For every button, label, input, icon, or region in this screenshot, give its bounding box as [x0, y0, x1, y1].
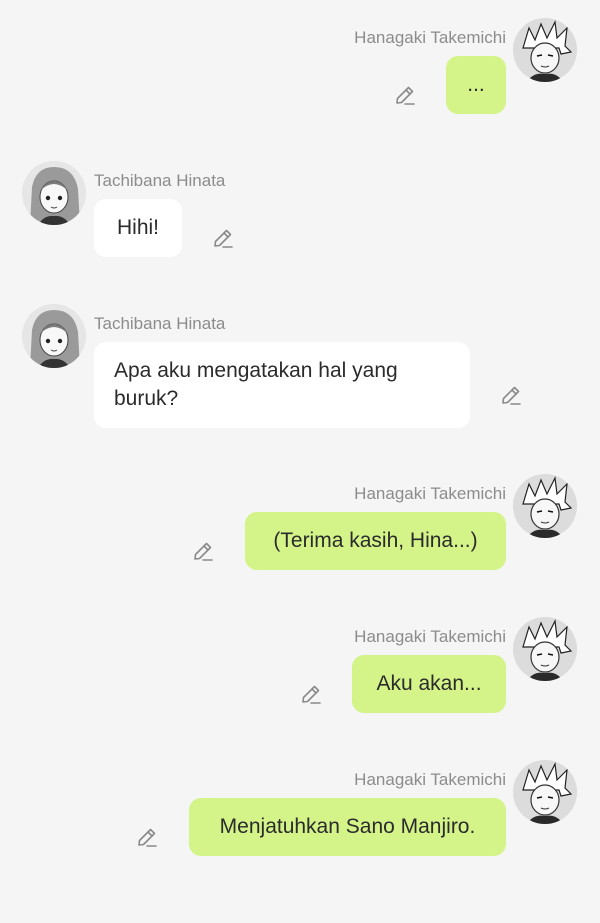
pencil-edit-icon[interactable]: [499, 383, 523, 407]
pencil-edit-icon[interactable]: [211, 226, 235, 250]
sender-name: Hanagaki Takemichi: [354, 484, 506, 503]
sender-name: Hanagaki Takemichi: [354, 627, 506, 646]
sender-name: Hanagaki Takemichi: [354, 770, 506, 789]
message-bubble[interactable]: Aku akan...: [352, 655, 506, 713]
message-bubble[interactable]: Menjatuhkan Sano Manjiro.: [189, 798, 506, 856]
chat-message: Hanagaki Takemichi Aku akan...: [0, 617, 600, 727]
takemichi-avatar-icon[interactable]: [513, 617, 577, 681]
takemichi-avatar-icon[interactable]: [513, 18, 577, 82]
sender-name: Tachibana Hinata: [94, 314, 226, 333]
message-text: (Terima kasih, Hina...): [273, 529, 478, 552]
message-bubble[interactable]: Apa aku mengatakan hal yang buruk?: [94, 342, 470, 428]
pencil-edit-icon[interactable]: [135, 825, 159, 849]
chat-message: Hanagaki Takemichi Menjatuhkan Sano Manj…: [0, 760, 600, 870]
chat-message: Tachibana Hinata Hihi!: [0, 161, 600, 271]
takemichi-avatar-icon[interactable]: [513, 760, 577, 824]
sender-name: Hanagaki Takemichi: [354, 28, 506, 47]
message-text: ...: [467, 73, 485, 96]
message-text: Hihi!: [116, 216, 159, 239]
pencil-edit-icon[interactable]: [299, 682, 323, 706]
message-text: Apa aku mengatakan hal yang buruk?: [114, 359, 398, 410]
hinata-avatar-icon[interactable]: [22, 304, 86, 368]
message-bubble[interactable]: Hihi!: [94, 199, 182, 257]
takemichi-avatar-icon[interactable]: [513, 474, 577, 538]
message-text: Menjatuhkan Sano Manjiro.: [219, 815, 476, 838]
chat-message: Tachibana Hinata Apa aku mengatakan hal …: [0, 304, 600, 444]
chat-message: Hanagaki Takemichi (Terima kasih, Hina..…: [0, 474, 600, 584]
hinata-avatar-icon[interactable]: [22, 161, 86, 225]
sender-name: Tachibana Hinata: [94, 171, 226, 190]
message-text: Aku akan...: [376, 672, 482, 695]
pencil-edit-icon[interactable]: [393, 83, 417, 107]
chat-message: Hanagaki Takemichi ...: [0, 18, 600, 128]
message-bubble[interactable]: (Terima kasih, Hina...): [245, 512, 506, 570]
pencil-edit-icon[interactable]: [191, 539, 215, 563]
message-bubble[interactable]: ...: [446, 56, 506, 114]
